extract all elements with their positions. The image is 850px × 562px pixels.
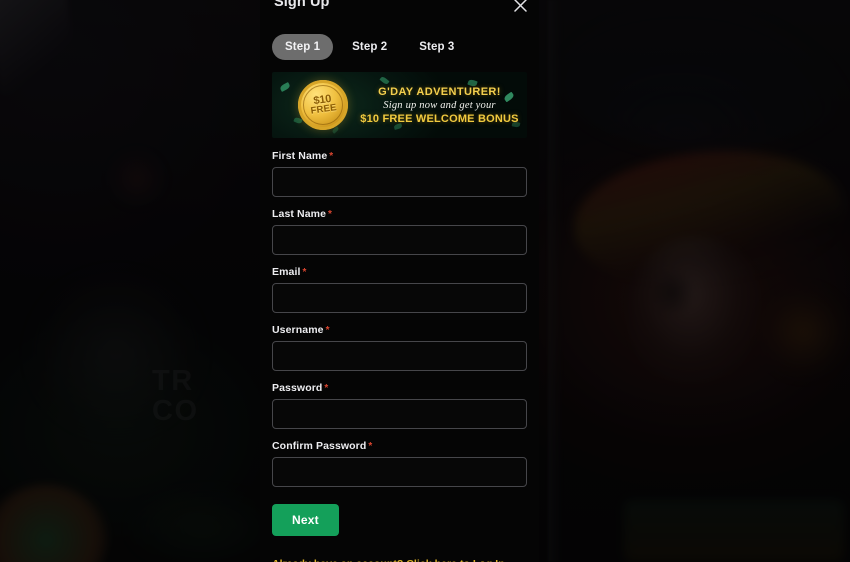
promo-banner: $10 FREE G'DAY ADVENTURER! Sign up now a… — [272, 72, 527, 138]
required-mark: * — [302, 267, 307, 278]
required-mark: * — [368, 441, 373, 452]
step-tab-2[interactable]: Step 2 — [339, 34, 400, 60]
field-first-name: First Name * — [272, 150, 527, 197]
promo-subline: Sign up now and get your — [383, 99, 496, 111]
required-mark: * — [325, 325, 330, 336]
signup-modal: Sign Up Step 1 Step 2 Step 3 $10 FREE G'… — [260, 0, 539, 562]
gold-coin-icon: $10 FREE — [298, 80, 348, 130]
close-icon[interactable] — [509, 0, 531, 16]
required-mark: * — [324, 383, 329, 394]
signup-form: First Name * Last Name * Email * Username * … — [260, 138, 539, 562]
email-input[interactable] — [272, 283, 527, 313]
modal-header: Sign Up — [260, 0, 539, 24]
required-mark: * — [328, 209, 333, 220]
page-root: TR O CO A Sign Up Step 1 Step 2 Step 3 — [0, 0, 850, 562]
coin-free-text: FREE — [309, 102, 338, 117]
last-name-input[interactable] — [272, 225, 527, 255]
step-tab-3[interactable]: Step 3 — [406, 34, 467, 60]
confetti-icon — [379, 75, 390, 86]
confetti-icon — [279, 82, 291, 92]
label-email: Email * — [272, 266, 307, 278]
field-email: Email * — [272, 266, 527, 313]
field-username: Username * — [272, 324, 527, 371]
password-input[interactable] — [272, 399, 527, 429]
required-mark: * — [329, 151, 334, 162]
label-confirm-password: Confirm Password * — [272, 440, 373, 452]
page-title: Sign Up — [274, 0, 330, 10]
promo-headline: G'DAY ADVENTURER! — [378, 85, 501, 98]
login-link[interactable]: Already have an account? Click here to L… — [272, 558, 527, 562]
field-password: Password * — [272, 382, 527, 429]
label-password: Password * — [272, 382, 329, 394]
label-last-name: Last Name * — [272, 208, 333, 220]
step-indicator: Step 1 Step 2 Step 3 — [260, 24, 539, 60]
username-input[interactable] — [272, 341, 527, 371]
label-first-name: First Name * — [272, 150, 334, 162]
next-button[interactable]: Next — [272, 504, 339, 536]
field-confirm-password: Confirm Password * — [272, 440, 527, 487]
step-tab-1[interactable]: Step 1 — [272, 34, 334, 60]
label-username: Username * — [272, 324, 330, 336]
first-name-input[interactable] — [272, 167, 527, 197]
promo-copy: G'DAY ADVENTURER! Sign up now and get yo… — [348, 86, 527, 125]
coin-label: $10 FREE — [309, 93, 338, 117]
promo-bonus-line: $10 FREE WELCOME BONUS — [360, 112, 519, 125]
field-last-name: Last Name * — [272, 208, 527, 255]
confirm-password-input[interactable] — [272, 457, 527, 487]
